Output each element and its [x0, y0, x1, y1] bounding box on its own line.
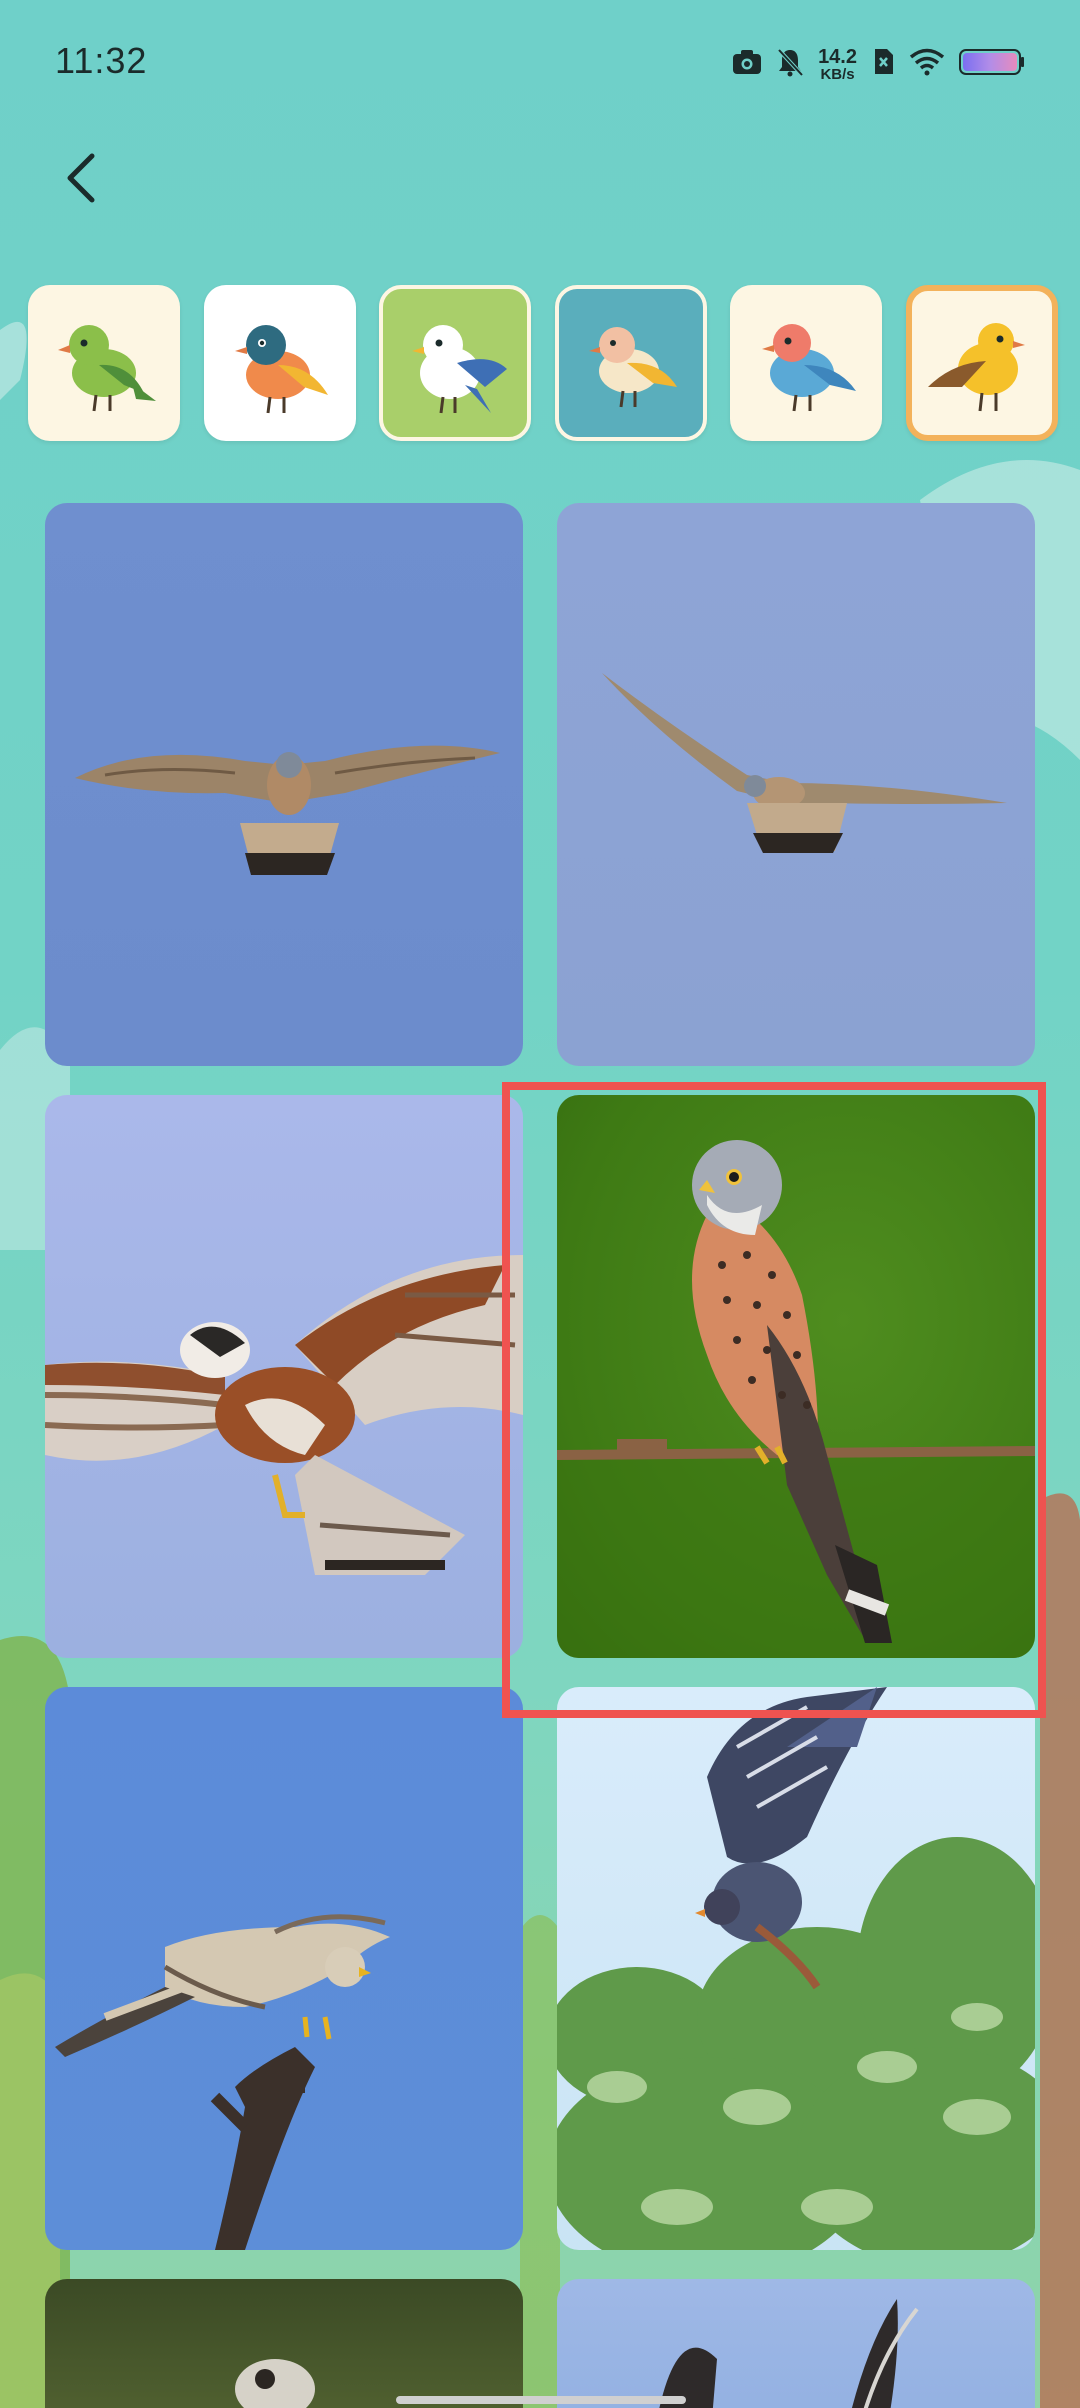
- bird-selector: [28, 285, 1058, 445]
- bird-option-cream-yellow[interactable]: [554, 285, 707, 441]
- bird-option-blue-pink[interactable]: [730, 285, 883, 441]
- bird-option-white-blue[interactable]: [379, 285, 532, 441]
- blue-orange-bird-icon: [234, 325, 328, 414]
- status-bar: 11:32 14.2 KB/s: [0, 0, 1080, 120]
- partial-photo-bottom-right[interactable]: [557, 2279, 1035, 2408]
- kestrel-hovering-photo[interactable]: [45, 503, 523, 1066]
- bird-option-yellow-brown[interactable]: [905, 285, 1058, 441]
- bird-gallery-screen: 11:32 14.2 KB/s: [0, 0, 1080, 2408]
- kestrel-in-tree-photo[interactable]: [557, 1687, 1035, 2250]
- chevron-left-icon: [67, 153, 95, 203]
- sim-x-icon: [871, 48, 895, 81]
- battery-icon: [959, 48, 1025, 81]
- green-bird-icon: [58, 325, 156, 412]
- cream-yellow-bird-icon: [588, 327, 677, 408]
- home-indicator[interactable]: [396, 2396, 686, 2404]
- camera-icon: [732, 49, 762, 80]
- kestrel-gliding-photo[interactable]: [557, 503, 1035, 1066]
- wifi-icon: [909, 48, 945, 81]
- kestrel-flight-closeup-photo[interactable]: [45, 1095, 523, 1658]
- back-button[interactable]: [50, 148, 110, 208]
- bird-option-green[interactable]: [28, 285, 180, 441]
- yellow-brown-bird-icon: [927, 323, 1025, 412]
- status-icons: 14.2 KB/s: [732, 44, 1025, 84]
- kestrel-perched-photo[interactable]: [557, 1095, 1035, 1658]
- network-speed: 14.2 KB/s: [818, 47, 857, 82]
- partial-photo-bottom-left[interactable]: [45, 2279, 523, 2408]
- network-speed-unit: KB/s: [820, 65, 855, 83]
- white-blue-bird-icon: [412, 325, 508, 414]
- bell-muted-icon: [776, 47, 804, 82]
- bird-option-blue-orange[interactable]: [203, 285, 356, 441]
- status-time: 11:32: [55, 40, 148, 81]
- kestrel-on-branch-photo[interactable]: [45, 1687, 523, 2250]
- network-speed-value: 14.2: [818, 45, 857, 68]
- blue-pink-bird-icon: [762, 324, 857, 412]
